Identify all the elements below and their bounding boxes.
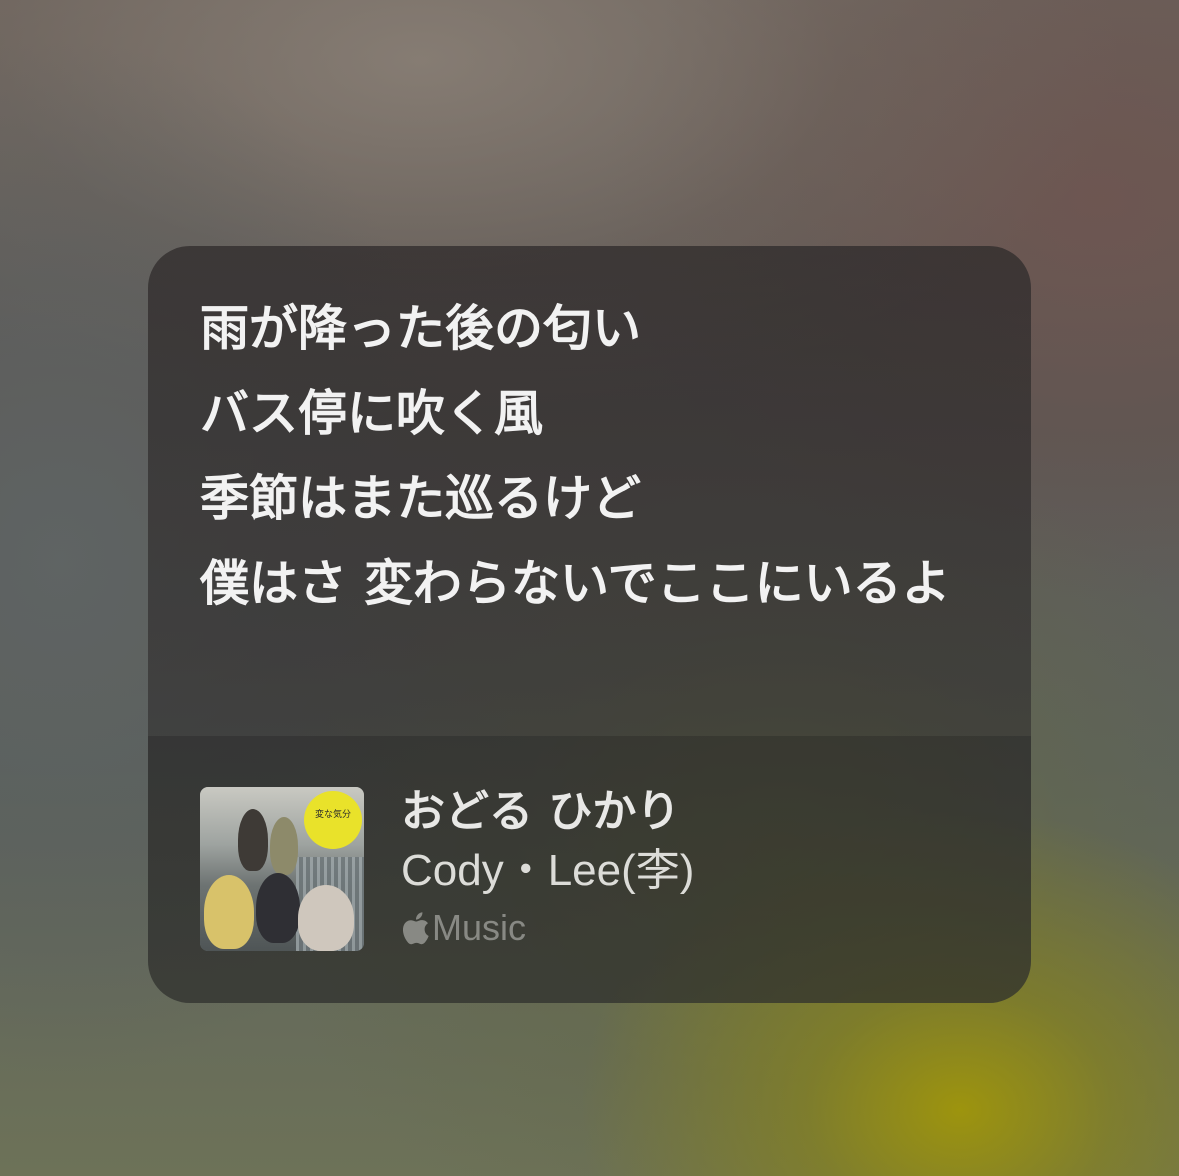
artwork-figure — [270, 817, 298, 875]
lyrics-block: 雨が降った後の匂い バス停に吹く風 季節はまた巡るけど 僕はさ 変わらないでここ… — [200, 286, 1000, 626]
artwork-badge: 変な気分 — [304, 791, 362, 849]
lyrics-share-card: 雨が降った後の匂い バス停に吹く風 季節はまた巡るけど 僕はさ 変わらないでここ… — [148, 246, 1031, 1003]
track-info[interactable]: 変な気分 おどる ひかり Cody・Lee(李) Music — [148, 736, 1031, 1003]
track-artist: Cody・Lee(李) — [401, 846, 695, 895]
service-name: Music — [432, 907, 527, 948]
artwork-figure — [204, 875, 254, 949]
apple-music-label[interactable]: Music — [400, 907, 527, 948]
artwork-figure — [238, 809, 268, 871]
artwork-figure — [298, 885, 354, 951]
lyric-line: 雨が降った後の匂い — [200, 300, 642, 357]
apple-logo-icon — [402, 912, 429, 945]
track-title: おどる ひかり — [401, 786, 681, 837]
lyric-line: バス停に吹く風 — [200, 385, 544, 442]
album-artwork[interactable]: 変な気分 — [200, 787, 364, 951]
artwork-figure — [256, 873, 300, 943]
lyric-line: 季節はまた巡るけど — [200, 470, 642, 527]
lyric-line: 僕はさ 変わらないでここにいるよ — [200, 555, 951, 612]
